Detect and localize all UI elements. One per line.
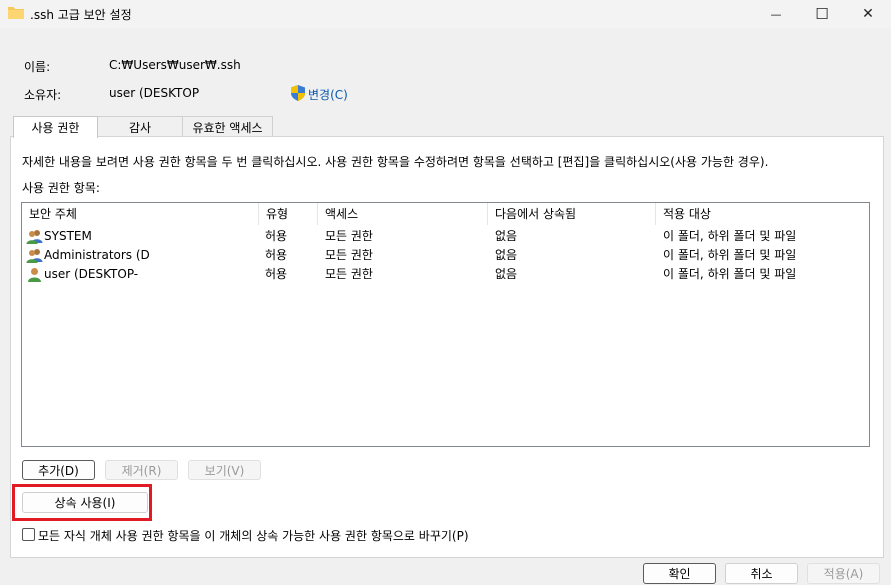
list-header: 보안 주체 유형 액세스 다음에서 상속됨 적용 대상 <box>22 203 869 225</box>
applies-to-cell: 이 폴더, 하위 폴더 및 파일 <box>663 267 797 281</box>
tab-audit[interactable]: 감사 <box>96 116 184 137</box>
entries-label: 사용 권한 항목: <box>22 181 100 195</box>
close-icon: ✕ <box>862 6 874 22</box>
type-cell: 허용 <box>265 248 288 262</box>
replace-child-permissions-label[interactable]: 모든 자식 개체 사용 권한 항목을 이 개체의 상속 가능한 사용 권한 항목… <box>38 527 469 544</box>
tab-permissions[interactable]: 사용 권한 <box>13 116 98 138</box>
column-header-type[interactable]: 유형 <box>259 203 318 225</box>
maximize-icon: ☐ <box>815 5 829 23</box>
inherited-cell: 없음 <box>495 248 518 262</box>
permission-entries-list[interactable]: 보안 주체 유형 액세스 다음에서 상속됨 적용 대상 SYSTEM 허용 모든… <box>21 202 870 447</box>
tab-effective-access[interactable]: 유효한 액세스 <box>182 116 273 137</box>
minimize-icon: — <box>770 7 782 21</box>
owner-label: 소유자: <box>24 88 62 102</box>
principal-cell: Administrators (D <box>44 248 150 262</box>
column-header-applies-to[interactable]: 적용 대상 <box>656 203 869 225</box>
table-row[interactable]: Administrators (D 허용 모든 권한 없음 이 폴더, 하위 폴… <box>22 246 869 265</box>
inherited-cell: 없음 <box>495 229 518 243</box>
maximize-button[interactable]: ☐ <box>799 0 845 28</box>
name-value: C:₩Users₩user₩.ssh <box>109 58 241 72</box>
title-bar: .ssh 고급 보안 설정 — ☐ ✕ <box>0 0 891 28</box>
remove-button[interactable]: 제거(R) <box>105 460 178 480</box>
type-cell: 허용 <box>265 267 288 281</box>
type-cell: 허용 <box>265 229 288 243</box>
ok-button[interactable]: 확인 <box>643 563 716 584</box>
name-label: 이름: <box>24 60 51 74</box>
access-cell: 모든 권한 <box>325 248 373 262</box>
change-owner-link[interactable]: 변경(C) <box>308 86 348 103</box>
uac-shield-icon <box>291 85 305 101</box>
column-header-principal[interactable]: 보안 주체 <box>22 203 259 225</box>
add-button[interactable]: 추가(D) <box>22 460 95 480</box>
table-row[interactable]: user (DESKTOP- 허용 모든 권한 없음 이 폴더, 하위 폴더 및… <box>22 265 869 284</box>
inherited-cell: 없음 <box>495 267 518 281</box>
minimize-button[interactable]: — <box>753 0 799 28</box>
owner-value: user (DESKTOP <box>109 86 200 100</box>
apply-button[interactable]: 적용(A) <box>807 563 880 584</box>
applies-to-cell: 이 폴더, 하위 폴더 및 파일 <box>663 229 797 243</box>
instructions-text: 자세한 내용을 보려면 사용 권한 항목을 두 번 클릭하십시오. 사용 권한 … <box>22 155 769 169</box>
table-row[interactable]: SYSTEM 허용 모든 권한 없음 이 폴더, 하위 폴더 및 파일 <box>22 227 869 246</box>
folder-icon <box>8 7 24 19</box>
enable-inheritance-button[interactable]: 상속 사용(I) <box>22 492 148 513</box>
close-button[interactable]: ✕ <box>845 0 891 28</box>
applies-to-cell: 이 폴더, 하위 폴더 및 파일 <box>663 248 797 262</box>
cancel-button[interactable]: 취소 <box>725 563 798 584</box>
group-users-icon <box>26 230 43 244</box>
window-title: .ssh 고급 보안 설정 <box>30 8 132 22</box>
column-header-inherited-from[interactable]: 다음에서 상속됨 <box>488 203 656 225</box>
access-cell: 모든 권한 <box>325 229 373 243</box>
single-user-icon <box>28 268 41 282</box>
view-button[interactable]: 보기(V) <box>188 460 261 480</box>
group-users-icon <box>26 249 43 263</box>
column-header-access[interactable]: 액세스 <box>318 203 488 225</box>
access-cell: 모든 권한 <box>325 267 373 281</box>
principal-cell: user (DESKTOP- <box>44 267 139 281</box>
replace-child-permissions-checkbox[interactable] <box>22 528 35 541</box>
principal-cell: SYSTEM <box>44 229 92 243</box>
